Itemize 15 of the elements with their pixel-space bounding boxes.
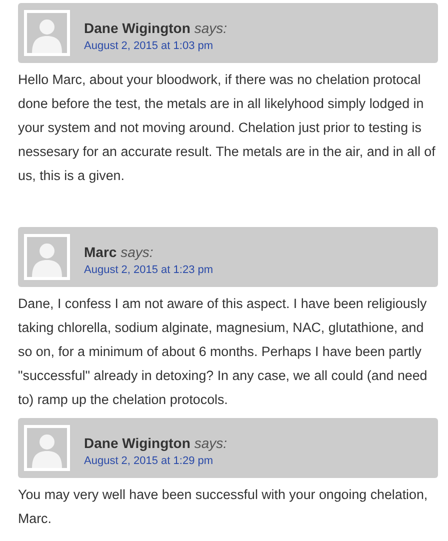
comment-text: Dane, I confess I am not aware of this aspect. I have been religiously taking chlorella, sodium alginate, magnesium, NAC, glutathione, and so on, for a minimum of about 6 months. Perhaps I have been partly "successful" already in detoxing? In any case, we all could (and need to) ramp up the chelation protocols. <box>18 295 428 409</box>
avatar-icon <box>24 234 70 280</box>
comment-text: You may very well have been successful with your ongoing chelation, Marc. <box>18 486 429 528</box>
says-label: says: <box>194 435 227 451</box>
comment-date-link[interactable]: August 2, 2015 at 1:03 pm <box>84 40 227 52</box>
author-name: Dane Wigington <box>84 20 190 36</box>
author-name: Dane Wigington <box>84 435 190 451</box>
avatar-icon <box>24 425 70 471</box>
comment-date-link[interactable]: August 2, 2015 at 1:23 pm <box>84 264 214 276</box>
says-label: says: <box>194 20 227 36</box>
says-label: says: <box>120 244 154 260</box>
avatar-icon <box>24 10 70 56</box>
author-name: Marc <box>84 244 117 260</box>
comment-text: Hello Marc, about your bloodwork, if there was no chelation protocal done before the test, the metals are in all likelyhood simply lodged in your system and not moving around. Chelation just prior to testing is nessesary for an accurate result. The metals are in the air, and in all of us, this is a given. <box>18 71 436 185</box>
comment-date-link[interactable]: August 2, 2015 at 1:29 pm <box>84 455 227 467</box>
